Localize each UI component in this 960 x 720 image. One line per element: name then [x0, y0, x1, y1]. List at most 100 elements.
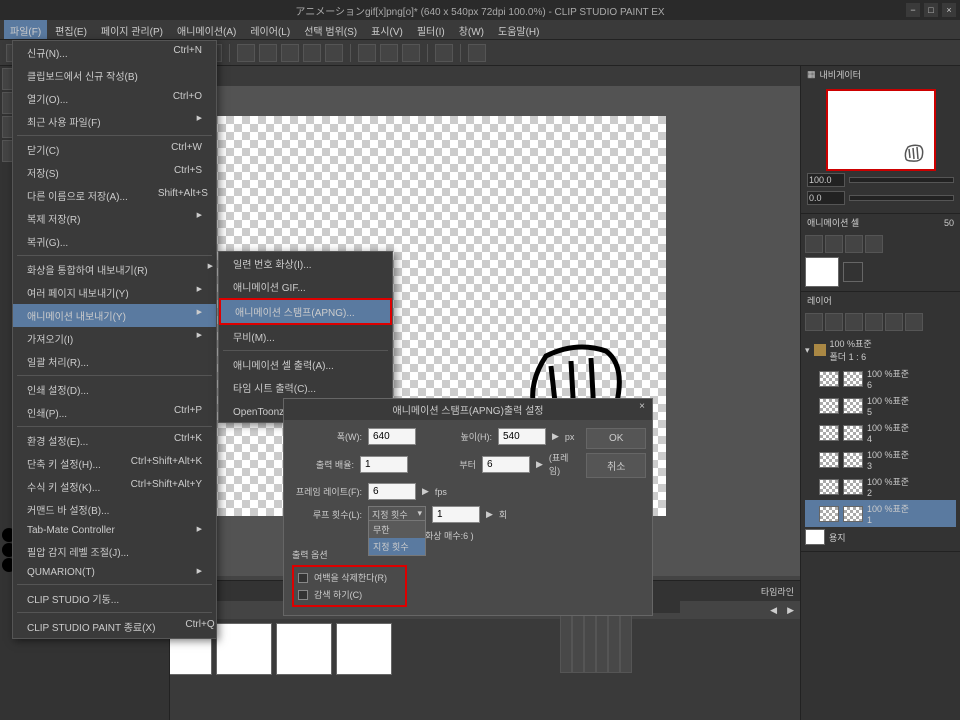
file-menu-item[interactable]: 인쇄(P)...Ctrl+P [13, 401, 216, 424]
file-menu-item[interactable]: 닫기(C)Ctrl+W [13, 138, 216, 161]
file-menu-item[interactable]: QUMARION(T) [13, 563, 216, 582]
file-menu-item[interactable]: 일괄 처리(R)... [13, 350, 216, 373]
file-menu-item[interactable]: 커맨드 바 설정(B)... [13, 498, 216, 521]
frame-thumb[interactable] [276, 623, 332, 675]
expand-icon[interactable]: ▾ [805, 345, 810, 356]
toolbar-button[interactable] [435, 44, 453, 62]
file-menu-item[interactable]: 가져오기(I) [13, 327, 216, 350]
paper-layer[interactable]: 용지 [805, 527, 956, 547]
menu-select[interactable]: 선택 범위(S) [298, 20, 363, 39]
menu-page[interactable]: 페이지 관리(P) [95, 20, 169, 39]
file-menu-item[interactable]: CLIP STUDIO 기동... [13, 587, 216, 610]
cancel-button[interactable]: 취소 [586, 453, 646, 478]
layer-btn[interactable] [865, 313, 883, 331]
cel-next[interactable] [843, 262, 863, 282]
angle-input[interactable] [807, 191, 845, 205]
file-menu-item[interactable]: CLIP STUDIO PAINT 종료(X)Ctrl+Q [13, 615, 216, 638]
minimize-button[interactable]: − [906, 3, 920, 17]
layer-row[interactable]: 100 %표준5 [805, 392, 956, 419]
toolbar-button[interactable] [402, 44, 420, 62]
file-menu-item[interactable]: Tab-Mate Controller [13, 521, 216, 540]
file-menu-item[interactable]: 필압 감지 레벨 조절(J)... [13, 540, 216, 563]
layer-btn[interactable] [845, 313, 863, 331]
menu-edit[interactable]: 편집(E) [49, 20, 93, 39]
anim-btn[interactable] [845, 235, 863, 253]
opt-remove-margin[interactable]: 여백을 삭제한다(R) [298, 569, 401, 586]
menu-view[interactable]: 표시(V) [365, 20, 409, 39]
file-menu-item[interactable]: 저장(S)Ctrl+S [13, 161, 216, 184]
layer-btn[interactable] [885, 313, 903, 331]
toolbar-button[interactable] [281, 44, 299, 62]
layer-row[interactable]: 100 %표준2 [805, 473, 956, 500]
toolbar-button[interactable] [358, 44, 376, 62]
loop-count-input[interactable] [432, 506, 480, 523]
menu-file[interactable]: 파일(F) [4, 20, 47, 39]
fps-input[interactable] [368, 483, 416, 500]
export-menu-item[interactable]: 애니메이션 스탬프(APNG)... [219, 298, 392, 325]
file-menu-item[interactable]: 열기(O)...Ctrl+O [13, 87, 216, 110]
toolbar-button[interactable] [468, 44, 486, 62]
frame-thumb[interactable] [336, 623, 392, 675]
export-menu-item[interactable]: 무비(M)... [219, 325, 392, 348]
file-menu-item[interactable]: 단축 키 설정(H)...Ctrl+Shift+Alt+K [13, 452, 216, 475]
menu-window[interactable]: 창(W) [453, 20, 490, 39]
arrow-icon[interactable]: ▶ [536, 459, 543, 470]
ok-button[interactable]: OK [586, 428, 646, 449]
file-menu-item[interactable]: 신규(N)...Ctrl+N [13, 41, 216, 64]
opt-reduce-colors[interactable]: 감색 하기(C) [298, 586, 401, 603]
maximize-button[interactable]: □ [924, 3, 938, 17]
export-menu-item[interactable]: 일련 번호 화상(I)... [219, 252, 392, 275]
layer-btn[interactable] [825, 313, 843, 331]
zoom-input[interactable] [807, 173, 845, 187]
frame-cell[interactable] [608, 613, 620, 673]
toolbar-button[interactable] [303, 44, 321, 62]
frames-input[interactable] [482, 456, 530, 473]
frame-cell[interactable] [572, 613, 584, 673]
toolbar-button[interactable] [259, 44, 277, 62]
angle-slider[interactable] [849, 195, 954, 201]
layer-folder[interactable]: ▾ 100 %표준 폴더 1 : 6 [805, 335, 956, 365]
menu-animation[interactable]: 애니메이션(A) [171, 20, 242, 39]
arrow-icon[interactable]: ▶ [422, 486, 429, 497]
toolbar-button[interactable] [325, 44, 343, 62]
arrow-icon[interactable]: ▶ [552, 431, 559, 442]
anim-btn[interactable] [805, 235, 823, 253]
loop-option-count[interactable]: 지정 횟수 [369, 538, 425, 555]
anim-btn[interactable] [865, 235, 883, 253]
frame-cell[interactable] [620, 613, 632, 673]
file-menu-item[interactable]: 수식 키 설정(K)...Ctrl+Shift+Alt+Y [13, 475, 216, 498]
frame-thumb[interactable] [216, 623, 272, 675]
frame-cell[interactable] [596, 613, 608, 673]
arrow-icon[interactable]: ▶ [486, 509, 493, 520]
navigator-preview[interactable] [826, 89, 936, 171]
layer-btn[interactable] [805, 313, 823, 331]
export-menu-item[interactable]: 타임 시트 출력(C)... [219, 376, 392, 399]
cel-thumb[interactable] [805, 257, 839, 287]
frame-cell[interactable] [584, 613, 596, 673]
checkbox-icon[interactable] [298, 590, 308, 600]
toolbar-button[interactable] [380, 44, 398, 62]
anim-btn[interactable] [825, 235, 843, 253]
file-menu-item[interactable]: 화상을 통합하여 내보내기(R) [13, 258, 216, 281]
layer-row[interactable]: 100 %표준6 [805, 365, 956, 392]
menu-filter[interactable]: 필터(I) [411, 20, 451, 39]
file-menu-item[interactable]: 클립보드에서 신규 작성(B) [13, 64, 216, 87]
height-input[interactable] [498, 428, 546, 445]
file-menu-item[interactable]: 애니메이션 내보내기(Y) [13, 304, 216, 327]
frame-cell[interactable] [560, 613, 572, 673]
file-menu-item[interactable]: 최근 사용 파일(F) [13, 110, 216, 133]
export-menu-item[interactable]: 애니메이션 GIF... [219, 275, 392, 298]
layer-row[interactable]: 100 %표준3 [805, 446, 956, 473]
scale-input[interactable] [360, 456, 408, 473]
file-menu-item[interactable]: 인쇄 설정(D)... [13, 378, 216, 401]
layer-row[interactable]: 100 %표준4 [805, 419, 956, 446]
file-menu-item[interactable]: 환경 설정(E)...Ctrl+K [13, 429, 216, 452]
file-menu-item[interactable]: 복제 저장(R) [13, 207, 216, 230]
layer-btn[interactable] [905, 313, 923, 331]
file-menu-item[interactable]: 복귀(G)... [13, 230, 216, 253]
dialog-close-button[interactable]: × [636, 401, 648, 413]
layer-row[interactable]: 100 %표준1 [805, 500, 956, 527]
file-menu-item[interactable]: 다른 이름으로 저장(A)...Shift+Alt+S [13, 184, 216, 207]
menu-layer[interactable]: 레이어(L) [244, 20, 296, 39]
close-button[interactable]: × [942, 3, 956, 17]
